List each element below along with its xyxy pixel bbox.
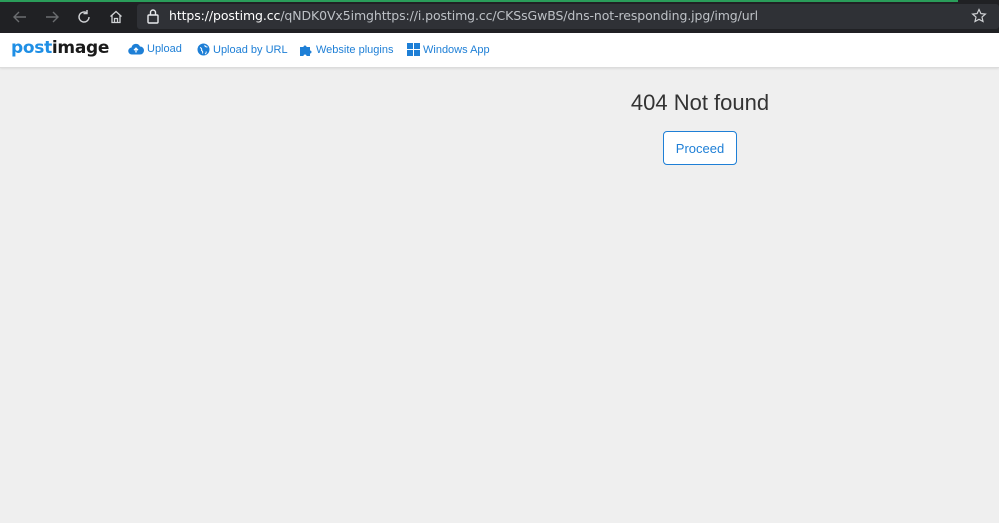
- home-icon: [110, 10, 122, 24]
- reload-button[interactable]: [72, 5, 96, 29]
- nav-windows-app-label: Windows App: [423, 43, 490, 56]
- nav-website-plugins-label: Website plugins: [316, 44, 394, 56]
- globe-icon: [197, 43, 210, 56]
- reload-icon: [78, 10, 90, 23]
- back-arrow-icon: [13, 11, 26, 23]
- url-text[interactable]: https://postimg.cc/qNDK0Vx5imghttps://i.…: [169, 8, 758, 23]
- puzzle-icon: [300, 45, 312, 56]
- forward-arrow-icon: [46, 11, 59, 23]
- nav-upload-by-url[interactable]: Upload by URL: [197, 43, 288, 56]
- url-host: https://postimg.cc: [169, 8, 281, 23]
- star-icon[interactable]: [971, 8, 987, 24]
- forward-button[interactable]: [40, 5, 64, 29]
- home-button[interactable]: [104, 5, 128, 29]
- cloud-upload-icon: [128, 43, 144, 55]
- site-header: postimage Upload Upload by URL Website p…: [0, 33, 999, 68]
- browser-toolbar: https://postimg.cc/qNDK0Vx5imghttps://i.…: [0, 0, 999, 33]
- nav-windows-app[interactable]: Windows App: [407, 43, 490, 56]
- windows-icon: [407, 43, 420, 56]
- url-path: /qNDK0Vx5imghttps://i.postimg.cc/CKSsGwB…: [280, 8, 758, 23]
- back-button[interactable]: [8, 5, 32, 29]
- logo-part-post: post: [11, 38, 52, 58]
- page-load-indicator: [0, 0, 958, 2]
- nav-upload[interactable]: Upload: [128, 43, 182, 55]
- logo-part-image: image: [51, 38, 110, 58]
- proceed-button[interactable]: Proceed: [663, 131, 737, 165]
- lock-icon: [147, 9, 159, 24]
- nav-website-plugins[interactable]: Website plugins: [299, 43, 393, 57]
- nav-upload-by-url-label: Upload by URL: [213, 43, 288, 56]
- nav-upload-label: Upload: [147, 43, 182, 55]
- postimage-logo[interactable]: postimage: [11, 38, 109, 58]
- error-title: 404 Not found: [630, 90, 770, 115]
